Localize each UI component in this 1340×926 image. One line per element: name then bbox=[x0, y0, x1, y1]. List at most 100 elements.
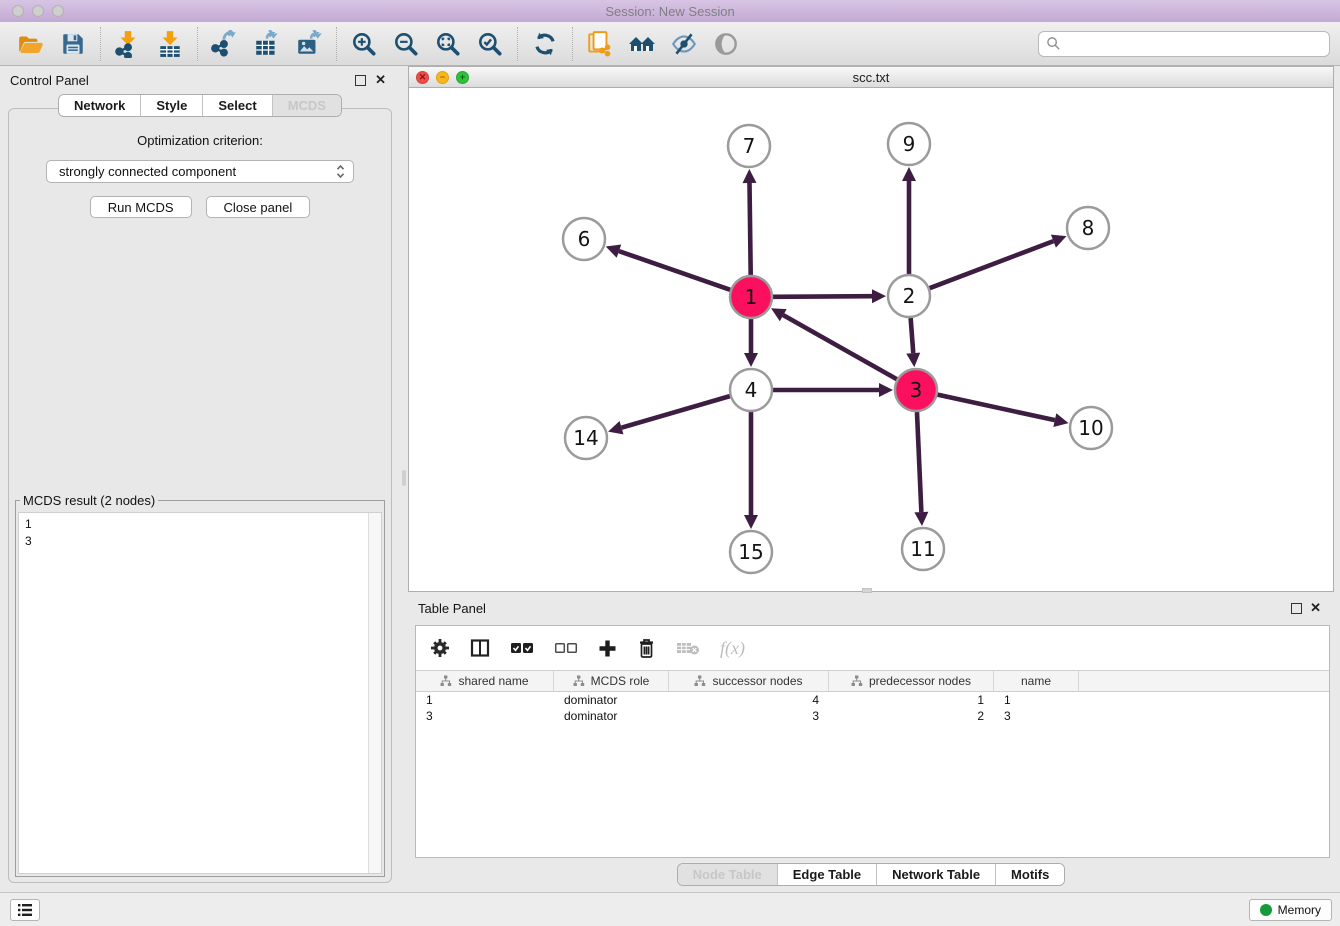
memory-button[interactable]: Memory bbox=[1249, 899, 1332, 921]
graph-edge-4-15[interactable] bbox=[744, 412, 758, 529]
graph-node-4[interactable]: 4 bbox=[730, 369, 772, 411]
graph-edge-3-11[interactable] bbox=[914, 412, 928, 526]
table-cell[interactable]: dominator bbox=[554, 708, 669, 724]
graph-node-7[interactable]: 7 bbox=[728, 125, 770, 167]
search-input[interactable] bbox=[1061, 34, 1322, 54]
graph-edge-2-9[interactable] bbox=[902, 167, 916, 274]
mcds-result-list[interactable]: 1 3 bbox=[18, 512, 382, 874]
close-panel-button[interactable]: Close panel bbox=[206, 196, 311, 218]
export-image-button[interactable] bbox=[288, 25, 330, 63]
graph-node-15[interactable]: 15 bbox=[730, 531, 772, 573]
zoom-in-button[interactable] bbox=[343, 25, 385, 63]
column-header-predecessor-nodes[interactable]: predecessor nodes bbox=[829, 671, 994, 691]
graph-edge-2-3[interactable] bbox=[906, 318, 920, 367]
task-history-button[interactable] bbox=[10, 899, 40, 921]
svg-text:6: 6 bbox=[578, 227, 591, 251]
network-window-titlebar: scc.txt ✕ − + bbox=[408, 66, 1334, 88]
table-row[interactable]: 3dominator323 bbox=[416, 708, 1329, 724]
tab-edge-table[interactable]: Edge Table bbox=[778, 864, 877, 885]
control-panel-title: Control Panel bbox=[10, 73, 89, 88]
network-minimize-icon[interactable]: − bbox=[436, 71, 449, 84]
table-row[interactable]: 1dominator411 bbox=[416, 692, 1329, 708]
run-mcds-button[interactable]: Run MCDS bbox=[90, 196, 192, 218]
graph-edge-1-7[interactable] bbox=[742, 169, 756, 275]
refresh-button[interactable] bbox=[524, 25, 566, 63]
graph-node-3[interactable]: 3 bbox=[895, 369, 937, 411]
splitter-grip[interactable] bbox=[402, 470, 406, 486]
svg-text:2: 2 bbox=[903, 284, 916, 308]
tab-select[interactable]: Select bbox=[203, 95, 272, 116]
mcds-result-group: MCDS result (2 nodes) 1 3 bbox=[15, 493, 385, 877]
table-cell[interactable]: 3 bbox=[994, 708, 1079, 724]
graph-edge-1-6[interactable] bbox=[606, 245, 730, 290]
save-session-button[interactable] bbox=[52, 25, 94, 63]
table-cell[interactable]: 3 bbox=[416, 708, 554, 724]
graph-node-14[interactable]: 14 bbox=[565, 417, 607, 459]
table-close-icon[interactable]: ✕ bbox=[1310, 601, 1321, 615]
float-panel-icon[interactable] bbox=[355, 75, 366, 86]
deselect-all-icon[interactable] bbox=[554, 641, 578, 655]
clone-network-button[interactable] bbox=[579, 25, 621, 63]
import-table-button[interactable] bbox=[149, 25, 191, 63]
open-session-button[interactable] bbox=[10, 25, 52, 63]
result-scrollbar[interactable] bbox=[368, 513, 381, 873]
graph-edge-3-1[interactable] bbox=[771, 308, 897, 379]
tab-node-table[interactable]: Node Table bbox=[678, 864, 778, 885]
column-header-successor-nodes[interactable]: successor nodes bbox=[669, 671, 829, 691]
graph-edge-4-14[interactable] bbox=[608, 396, 730, 434]
graph-edge-3-10[interactable] bbox=[937, 395, 1068, 427]
tab-network-table[interactable]: Network Table bbox=[877, 864, 996, 885]
close-panel-icon[interactable]: ✕ bbox=[375, 73, 386, 87]
import-network-button[interactable] bbox=[107, 25, 149, 63]
graph-node-11[interactable]: 11 bbox=[902, 528, 944, 570]
table-cell[interactable]: dominator bbox=[554, 692, 669, 708]
network-canvas[interactable]: 1 2 3 4 6 7 8 9 10 11 14 15 bbox=[408, 88, 1334, 592]
network-maximize-icon[interactable]: + bbox=[456, 71, 469, 84]
clone-network-icon bbox=[586, 30, 614, 58]
add-icon[interactable] bbox=[598, 639, 617, 658]
tab-motifs[interactable]: Motifs bbox=[996, 864, 1064, 885]
graph-edge-4-3[interactable] bbox=[773, 383, 893, 397]
graph-node-9[interactable]: 9 bbox=[888, 123, 930, 165]
select-all-icon[interactable] bbox=[510, 641, 534, 655]
show-panel-button[interactable] bbox=[705, 25, 747, 63]
graph-node-2[interactable]: 2 bbox=[888, 275, 930, 317]
home-button[interactable] bbox=[621, 25, 663, 63]
hide-panel-button[interactable] bbox=[663, 25, 705, 63]
table-cell[interactable]: 3 bbox=[669, 708, 829, 724]
graph-edge-1-4[interactable] bbox=[744, 319, 758, 367]
network-close-icon[interactable]: ✕ bbox=[416, 71, 429, 84]
column-header-MCDS-role[interactable]: MCDS role bbox=[554, 671, 669, 691]
export-table-button[interactable] bbox=[246, 25, 288, 63]
chevron-updown-icon bbox=[336, 164, 345, 179]
tab-style[interactable]: Style bbox=[141, 95, 203, 116]
table-cell[interactable]: 1 bbox=[994, 692, 1079, 708]
zoom-out-button[interactable] bbox=[385, 25, 427, 63]
graph-node-10[interactable]: 10 bbox=[1070, 407, 1112, 449]
home-icon bbox=[627, 31, 657, 57]
table-cell[interactable]: 1 bbox=[829, 692, 994, 708]
graph-edge-2-8[interactable] bbox=[930, 235, 1067, 289]
graph-node-1[interactable]: 1 bbox=[730, 276, 772, 318]
zoom-selected-button[interactable] bbox=[469, 25, 511, 63]
graph-node-6[interactable]: 6 bbox=[563, 218, 605, 260]
column-header-name[interactable]: name bbox=[994, 671, 1079, 691]
table-cell[interactable]: 4 bbox=[669, 692, 829, 708]
horizontal-splitter-grip[interactable] bbox=[862, 588, 872, 593]
export-network-button[interactable] bbox=[204, 25, 246, 63]
gear-icon[interactable] bbox=[430, 638, 450, 658]
optimization-dropdown[interactable]: strongly connected component bbox=[46, 160, 354, 183]
graph-node-8[interactable]: 8 bbox=[1067, 207, 1109, 249]
trash-icon[interactable] bbox=[637, 638, 656, 659]
zoom-fit-button[interactable] bbox=[427, 25, 469, 63]
graph-edge-1-2[interactable] bbox=[773, 289, 886, 303]
table-cell[interactable]: 2 bbox=[829, 708, 994, 724]
column-header-shared-name[interactable]: shared name bbox=[416, 671, 554, 691]
svg-text:8: 8 bbox=[1082, 216, 1095, 240]
table-cell[interactable]: 1 bbox=[416, 692, 554, 708]
split-columns-icon[interactable] bbox=[470, 638, 490, 658]
tab-mcds[interactable]: MCDS bbox=[273, 95, 341, 116]
table-float-icon[interactable] bbox=[1291, 603, 1302, 614]
tab-network[interactable]: Network bbox=[59, 95, 141, 116]
vertical-splitter[interactable] bbox=[400, 66, 408, 892]
